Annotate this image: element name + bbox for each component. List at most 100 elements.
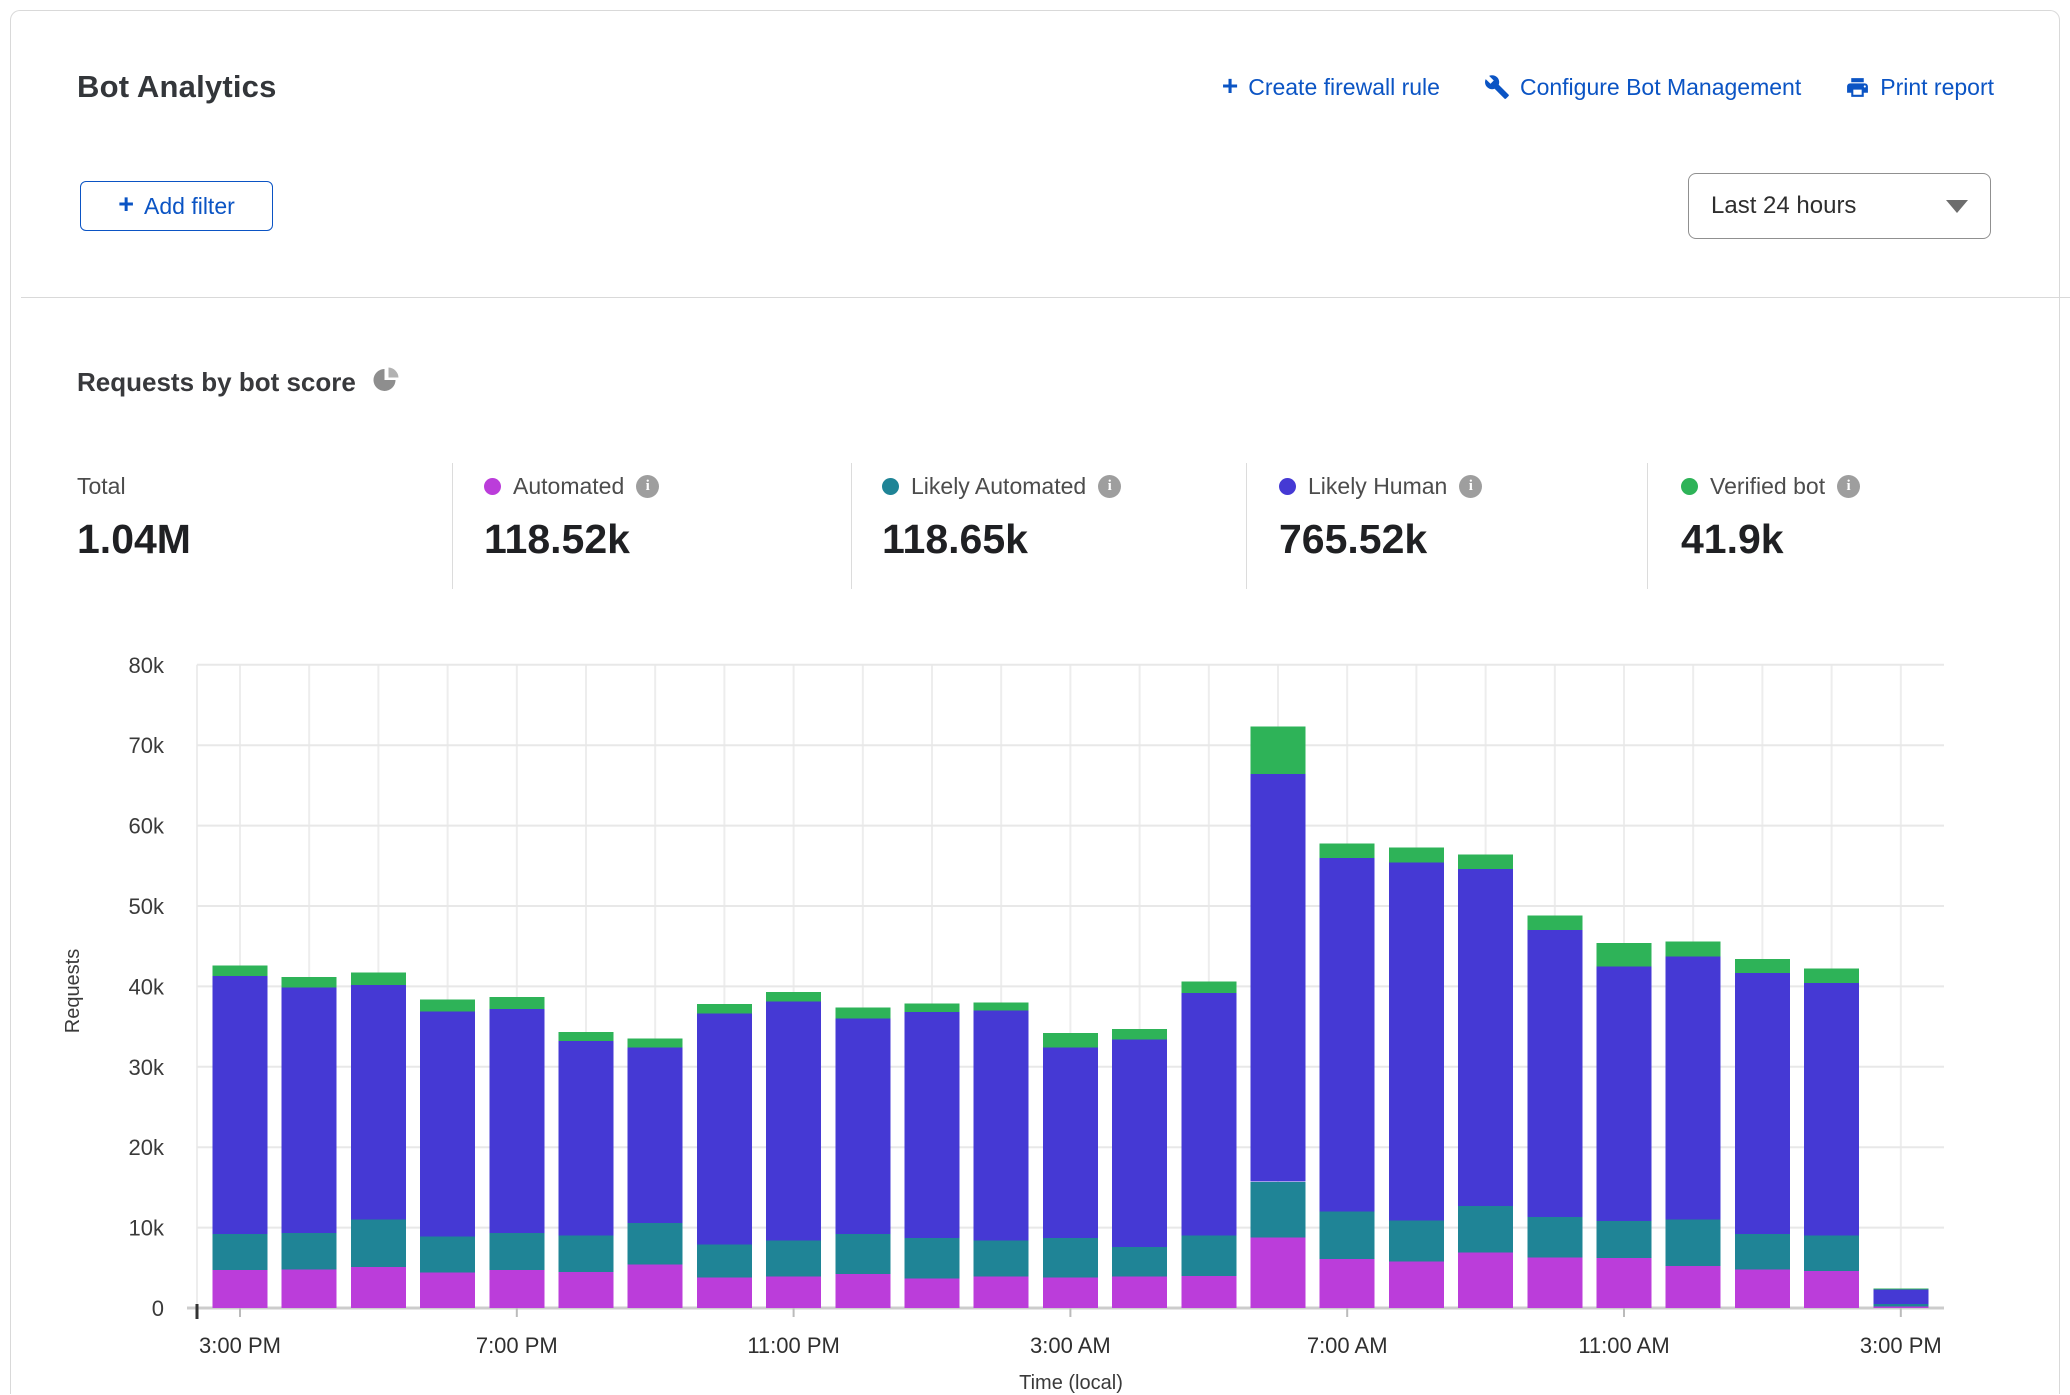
bar-segment-verified-bot[interactable]: [1735, 959, 1790, 973]
bar-segment-automated[interactable]: [766, 1277, 821, 1308]
bar-segment-likely-automated[interactable]: [559, 1236, 614, 1272]
info-icon[interactable]: i: [1459, 475, 1482, 498]
bar-group-2:00 PM[interactable]: [1804, 969, 1859, 1308]
bar-segment-automated[interactable]: [1320, 1259, 1375, 1308]
bar-segment-verified-bot[interactable]: [905, 1003, 960, 1012]
configure-bot-management-link[interactable]: Configure Bot Management: [1484, 74, 1801, 101]
bar-segment-likely-human[interactable]: [351, 985, 406, 1220]
bar-segment-verified-bot[interactable]: [351, 973, 406, 985]
bar-segment-automated[interactable]: [489, 1270, 544, 1308]
bar-segment-verified-bot[interactable]: [1320, 843, 1375, 858]
bar-segment-automated[interactable]: [1527, 1257, 1582, 1308]
bar-segment-verified-bot[interactable]: [1873, 1288, 1928, 1289]
bar-segment-likely-human[interactable]: [1735, 973, 1790, 1234]
bar-segment-likely-automated[interactable]: [1251, 1182, 1306, 1238]
bar-segment-likely-human[interactable]: [628, 1048, 683, 1223]
bar-segment-likely-human[interactable]: [1597, 966, 1652, 1221]
bar-group-7:00 PM[interactable]: [489, 997, 544, 1308]
bar-segment-likely-automated[interactable]: [351, 1220, 406, 1267]
bar-segment-likely-automated[interactable]: [1458, 1206, 1513, 1253]
bar-segment-likely-human[interactable]: [905, 1012, 960, 1238]
bar-segment-likely-automated[interactable]: [1112, 1247, 1167, 1277]
bar-segment-verified-bot[interactable]: [974, 1003, 1029, 1011]
bar-segment-likely-automated[interactable]: [1804, 1236, 1859, 1271]
bar-segment-automated[interactable]: [974, 1277, 1029, 1308]
bar-segment-verified-bot[interactable]: [835, 1007, 890, 1018]
bar-segment-automated[interactable]: [1112, 1277, 1167, 1308]
bar-segment-verified-bot[interactable]: [697, 1004, 752, 1014]
bar-segment-likely-automated[interactable]: [974, 1241, 1029, 1277]
bar-group-3:00 PM[interactable]: [1873, 1288, 1928, 1308]
time-range-select[interactable]: Last 24 hours: [1688, 173, 1991, 239]
bar-segment-automated[interactable]: [835, 1274, 890, 1308]
bar-group-8:00 PM[interactable]: [559, 1032, 614, 1308]
bar-group-1:00 PM[interactable]: [1735, 959, 1790, 1308]
bar-segment-verified-bot[interactable]: [1458, 855, 1513, 870]
bar-segment-likely-automated[interactable]: [489, 1233, 544, 1270]
bar-segment-verified-bot[interactable]: [1597, 943, 1652, 966]
bar-segment-likely-human[interactable]: [1873, 1290, 1928, 1305]
bar-group-10:00 PM[interactable]: [697, 1004, 752, 1308]
bar-group-9:00 AM[interactable]: [1458, 855, 1513, 1309]
bar-segment-automated[interactable]: [1043, 1277, 1098, 1308]
bar-segment-likely-human[interactable]: [1804, 983, 1859, 1235]
bar-segment-likely-automated[interactable]: [1873, 1304, 1928, 1306]
bar-segment-automated[interactable]: [628, 1265, 683, 1308]
bar-group-3:00 AM[interactable]: [1043, 1033, 1098, 1308]
bar-group-12:00 PM[interactable]: [1666, 941, 1721, 1308]
bar-segment-likely-automated[interactable]: [213, 1234, 268, 1270]
bar-group-1:00 AM[interactable]: [905, 1003, 960, 1308]
create-firewall-rule-link[interactable]: + Create firewall rule: [1222, 73, 1440, 101]
bar-segment-likely-automated[interactable]: [766, 1241, 821, 1277]
bar-group-9:00 PM[interactable]: [628, 1039, 683, 1308]
bar-segment-likely-human[interactable]: [1389, 863, 1444, 1221]
bar-segment-likely-automated[interactable]: [835, 1234, 890, 1274]
bar-segment-automated[interactable]: [282, 1269, 337, 1308]
bar-group-2:00 AM[interactable]: [974, 1003, 1029, 1309]
bar-segment-verified-bot[interactable]: [559, 1032, 614, 1041]
bar-segment-likely-automated[interactable]: [905, 1238, 960, 1278]
bar-segment-likely-automated[interactable]: [1389, 1220, 1444, 1261]
bar-segment-likely-human[interactable]: [420, 1011, 475, 1236]
bar-segment-verified-bot[interactable]: [1251, 727, 1306, 774]
bar-segment-likely-human[interactable]: [213, 976, 268, 1234]
bar-segment-automated[interactable]: [1251, 1237, 1306, 1308]
bar-segment-verified-bot[interactable]: [282, 977, 337, 988]
bar-group-11:00 PM[interactable]: [766, 992, 821, 1308]
bar-segment-likely-automated[interactable]: [697, 1245, 752, 1278]
bar-segment-verified-bot[interactable]: [1112, 1029, 1167, 1040]
bar-group-6:00 PM[interactable]: [420, 999, 475, 1308]
bar-segment-automated[interactable]: [1389, 1261, 1444, 1308]
bar-segment-verified-bot[interactable]: [628, 1039, 683, 1048]
bar-segment-likely-human[interactable]: [1181, 993, 1236, 1236]
bar-segment-likely-human[interactable]: [282, 987, 337, 1233]
bar-segment-likely-human[interactable]: [1320, 858, 1375, 1212]
bar-segment-automated[interactable]: [697, 1277, 752, 1308]
bar-segment-verified-bot[interactable]: [766, 992, 821, 1002]
bar-segment-likely-automated[interactable]: [1527, 1217, 1582, 1257]
bar-segment-likely-human[interactable]: [489, 1009, 544, 1233]
bar-segment-verified-bot[interactable]: [1043, 1033, 1098, 1048]
bar-segment-likely-human[interactable]: [766, 1002, 821, 1241]
bar-group-8:00 AM[interactable]: [1389, 847, 1444, 1308]
info-icon[interactable]: i: [636, 475, 659, 498]
bar-group-10:00 AM[interactable]: [1527, 916, 1582, 1308]
bar-group-3:00 PM[interactable]: [213, 966, 268, 1309]
bar-segment-likely-human[interactable]: [1043, 1048, 1098, 1239]
bar-segment-likely-automated[interactable]: [1666, 1220, 1721, 1267]
bar-segment-likely-human[interactable]: [835, 1019, 890, 1235]
bar-segment-automated[interactable]: [1735, 1269, 1790, 1308]
bar-segment-verified-bot[interactable]: [1181, 982, 1236, 993]
bar-segment-automated[interactable]: [420, 1273, 475, 1308]
bar-segment-automated[interactable]: [1181, 1276, 1236, 1308]
bar-segment-verified-bot[interactable]: [213, 966, 268, 977]
bar-segment-automated[interactable]: [351, 1267, 406, 1308]
bar-segment-likely-automated[interactable]: [1320, 1212, 1375, 1259]
bar-segment-automated[interactable]: [1666, 1266, 1721, 1308]
bar-segment-likely-automated[interactable]: [628, 1223, 683, 1265]
bar-group-4:00 PM[interactable]: [282, 977, 337, 1308]
bar-segment-verified-bot[interactable]: [1389, 847, 1444, 862]
bar-group-12:00 AM[interactable]: [835, 1007, 890, 1308]
bar-segment-likely-automated[interactable]: [1597, 1221, 1652, 1258]
bar-segment-automated[interactable]: [1804, 1271, 1859, 1308]
